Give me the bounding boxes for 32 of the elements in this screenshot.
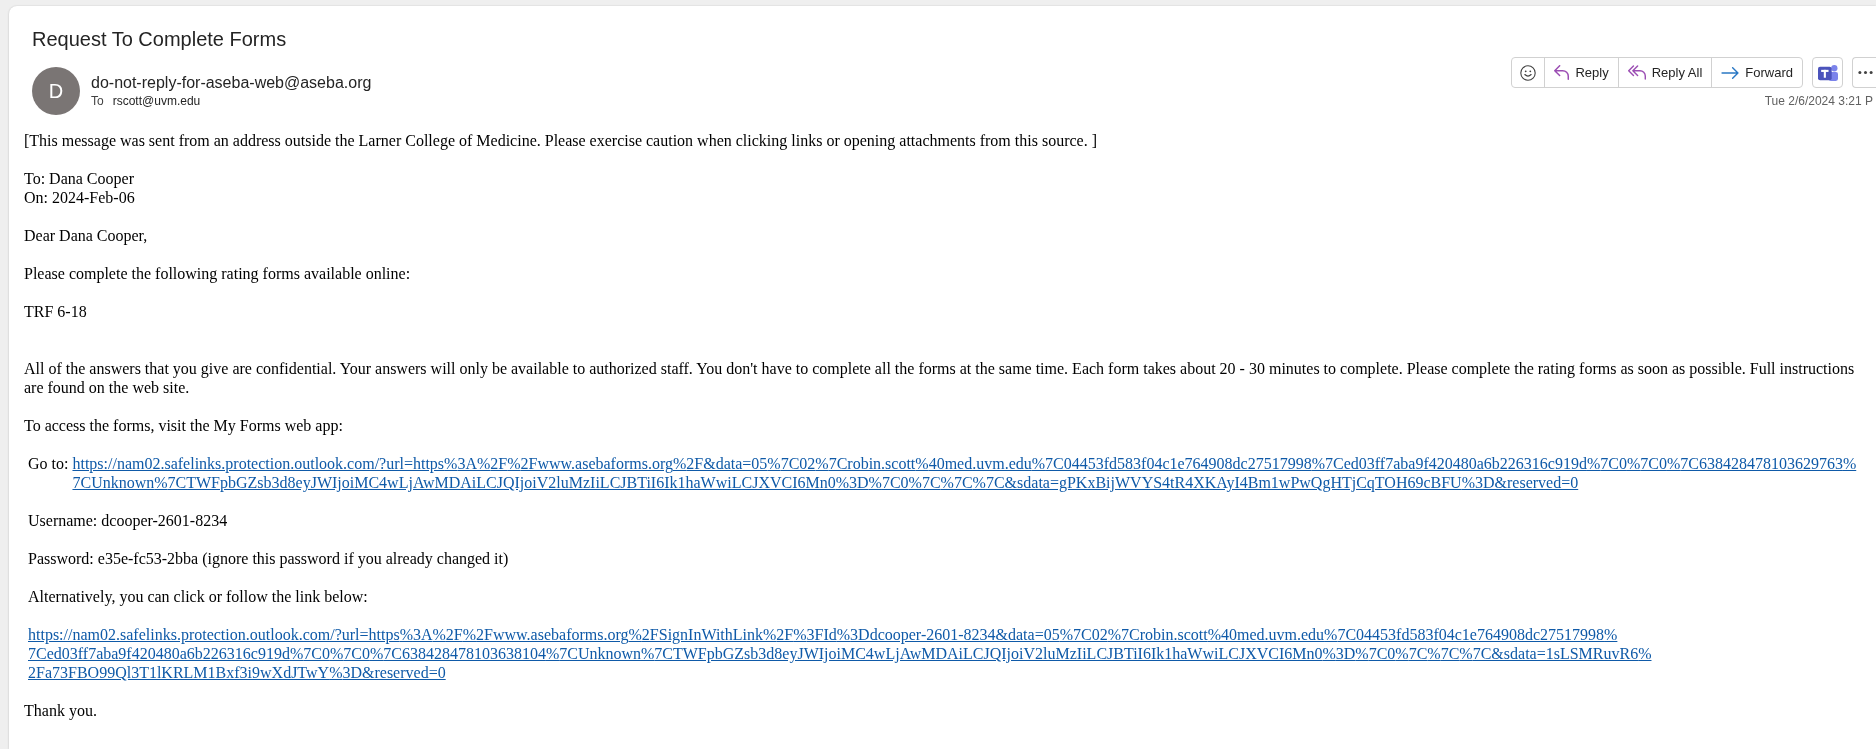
smiley-icon (1520, 64, 1537, 81)
recipient-label: To (91, 93, 104, 109)
reply-all-icon (1627, 65, 1646, 80)
forward-icon (1721, 66, 1740, 79)
body-paragraph: Thank you. (24, 701, 98, 720)
more-button[interactable] (1852, 57, 1876, 88)
app-button[interactable] (1812, 57, 1843, 88)
link-label: Go to: (28, 454, 69, 473)
body-paragraph: Dear Dana Cooper, (24, 226, 149, 245)
link[interactable]: https://nam02.safelinks.protection.outlook.com/?url=https%3A%2F%2Fwww.asebaforms.org%2FSignInWithLink%2F%3FId%3Ddcooper-2601-8234&data=05%7C02%7Crobin.scott%40med.uvm.edu%7C04453fd583f04c1e764908dc27517998%7Ced03ff7aba9f420480a6b226316c919d%7C0%7C0%7C638428478103638104%7CUnknown%7CTWFpbGZsb3d8eyJWIjoiMC4wLjAwMDAiLCJQIjoiV2luMzIiLCJBTiI6Ik1haWwiLCJXVCI6Mn0%3D%7C0%7C%7C%7C&sdata=1sLSMRuvR6%2Fa73FBO99Ql3T1lKRLM1Bxf3i9wXdJTwY%3D&reserved=0 (28, 625, 1862, 682)
message-date: Tue 2/6/2024 3:21 P (1764, 94, 1874, 108)
body-paragraph: Alternatively, you can click or follow the link below: (27, 587, 369, 606)
body-paragraph: To access the forms, visit the My Forms web app: (24, 416, 344, 435)
body-paragraph: Username: dcooper-2601-8234 (27, 511, 229, 530)
body-paragraph: All of the answers that you give are confidential. Your answers will only be available to authorized staff. You don't have to complete all the forms at the same time. Each form takes about 20 - 30 minutes to complete. Please complete the rating forms as soon as possible. Full instructions are found on the web site. (24, 359, 1856, 397)
reply-icon (1554, 65, 1570, 80)
link[interactable]: https://nam02.safelinks.protection.outlook.com/?url=https%3A%2F%2Fwww.asebaforms.org%2F&data=05%7C02%7Crobin.scott%40med.uvm.edu%7C04453fd583f04c1e764908dc27517998%7Ced03ff7aba9f420480a6b226316c919d%7C0%7C0%7C638428478103629763%7CUnknown%7CTWFpbGZsb3d8eyJWIjoiMC4wLjAwMDAiLCJQIjoiV2luMzIiLCJBTiI6Ik1haWwiLCJXVCI6Mn0%3D%7C0%7C%7C%7C&sdata=gPKxBijWVYS4tR4XKAyI4Bm1wPwQgHTjCqTOH69cBFU%3D&reserved=0 (72, 454, 1862, 492)
body-paragraph: Password: e35e-fc53-2bba (ignore this password if you already changed it) (27, 549, 510, 568)
sender-address: do-not-reply-for-aseba-web@aseba.org (91, 73, 372, 93)
recipient-address: rscott@uvm.edu (112, 93, 201, 109)
more-icon (1858, 71, 1873, 74)
message-subject: Request To Complete Forms (32, 28, 288, 51)
reply-all-button[interactable]: Reply All (1617, 58, 1712, 87)
reply-button[interactable]: Reply (1544, 58, 1618, 87)
body-line: On: 2024-Feb-06 (24, 188, 136, 207)
app-tile-icon (1817, 64, 1838, 81)
body-paragraph: Please complete the following rating forms available online: (24, 264, 412, 283)
form-name: TRF 6-18 (24, 302, 88, 321)
body-line: To: Dana Cooper (24, 169, 135, 188)
body-paragraph: [This message was sent from an address outside the Larner College of Medicine. Please exercise caution when clicking links or opening attachments from this source. ] (24, 131, 1098, 150)
forward-button[interactable]: Forward (1711, 58, 1802, 87)
sender-avatar: D (32, 67, 80, 115)
